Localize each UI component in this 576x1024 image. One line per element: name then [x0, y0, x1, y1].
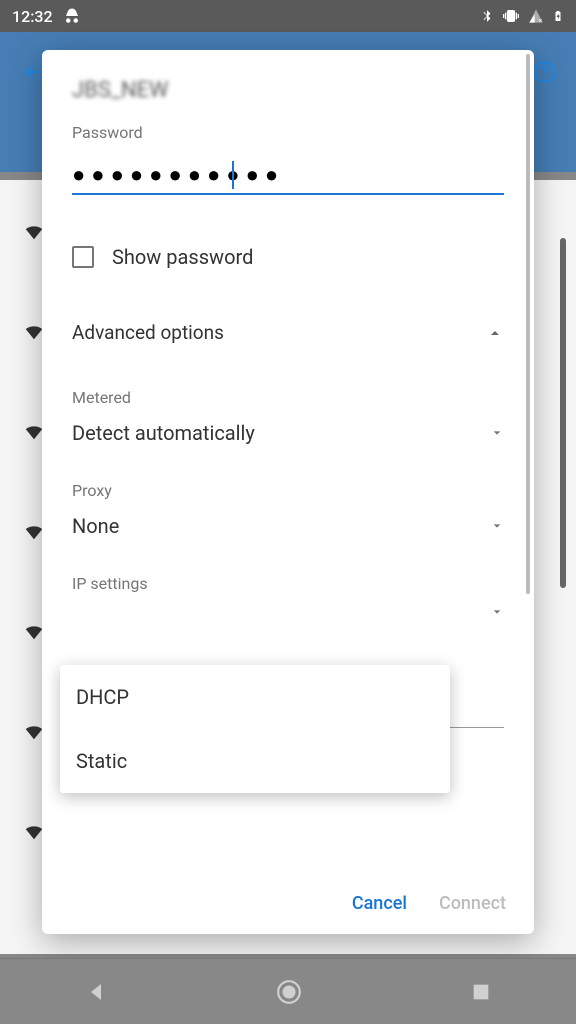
nav-bar — [0, 958, 576, 1024]
dropdown-arrow-icon — [490, 428, 504, 438]
battery-charging-icon — [552, 7, 564, 25]
vibrate-icon — [502, 8, 520, 24]
proxy-dropdown[interactable]: None — [72, 514, 504, 538]
nav-recent-button[interactable] — [470, 981, 492, 1003]
ip-settings-popup: DHCP Static — [60, 665, 450, 793]
nav-home-button[interactable] — [276, 979, 302, 1005]
wifi-config-dialog: JBS_NEW Password Show password Advanced … — [42, 50, 534, 934]
proxy-label: Proxy — [72, 481, 504, 500]
metered-dropdown[interactable]: Detect automatically — [72, 421, 504, 445]
chevron-up-icon — [486, 327, 504, 339]
network-name: JBS_NEW — [72, 78, 504, 103]
dropdown-arrow-icon — [490, 607, 504, 617]
incognito-icon — [63, 7, 81, 25]
menu-item-static[interactable]: Static — [60, 729, 450, 793]
cancel-button[interactable]: Cancel — [352, 893, 407, 914]
metered-value: Detect automatically — [72, 421, 255, 445]
metered-section: Metered Detect automatically — [72, 388, 504, 445]
proxy-section: Proxy None — [72, 481, 504, 538]
status-bar: 12:32 × — [0, 0, 576, 32]
show-password-checkbox[interactable] — [72, 246, 94, 268]
advanced-options-toggle[interactable]: Advanced options — [72, 321, 504, 344]
status-time: 12:32 — [12, 7, 53, 26]
ip-settings-label: IP settings — [72, 574, 504, 593]
help-icon — [532, 60, 556, 84]
bluetooth-icon — [480, 7, 494, 25]
menu-item-dhcp[interactable]: DHCP — [60, 665, 450, 729]
show-password-row[interactable]: Show password — [72, 245, 504, 269]
back-icon — [20, 60, 44, 84]
connect-button[interactable]: Connect — [439, 893, 506, 914]
dropdown-arrow-icon — [490, 521, 504, 531]
show-password-label: Show password — [112, 245, 253, 269]
proxy-value: None — [72, 514, 119, 538]
dialog-buttons: Cancel Connect — [42, 873, 534, 934]
dialog-scrollbar[interactable] — [526, 54, 530, 594]
advanced-options-label: Advanced options — [72, 321, 224, 344]
text-cursor — [232, 161, 234, 189]
svg-text:×: × — [539, 17, 543, 24]
ip-settings-section: IP settings — [72, 574, 504, 617]
signal-icon: × — [528, 8, 544, 24]
password-input[interactable] — [72, 156, 504, 195]
password-label: Password — [72, 123, 504, 142]
password-field-wrapper: Password — [72, 123, 504, 195]
ip-settings-dropdown[interactable] — [72, 607, 504, 617]
background-scrollbar — [560, 238, 566, 588]
nav-back-button[interactable] — [84, 980, 108, 1004]
metered-label: Metered — [72, 388, 504, 407]
